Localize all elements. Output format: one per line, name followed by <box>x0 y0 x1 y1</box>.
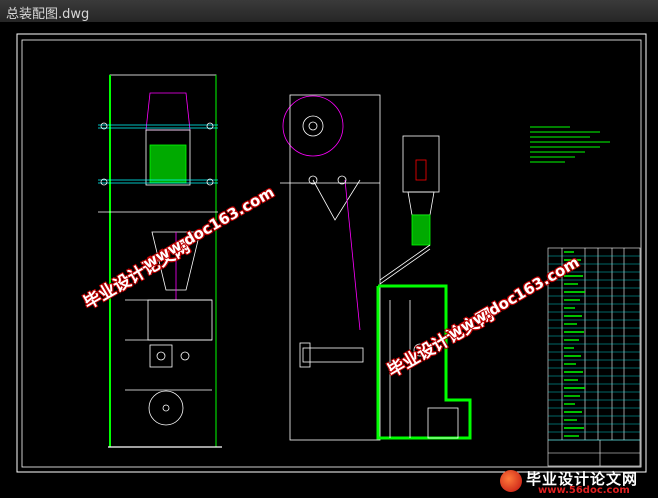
parts-list-table <box>547 247 641 467</box>
window-title-bar: 总装配图.dwg <box>0 0 658 23</box>
logo-emblem-icon <box>500 470 522 492</box>
side-view <box>280 94 472 441</box>
footer-logo-url: www.56doc.com <box>538 485 630 496</box>
outer-border <box>16 33 647 473</box>
window-title: 总装配图.dwg <box>6 7 90 22</box>
drawing-canvas[interactable]: 毕业设计论文网 www.doc163.com 毕业设计论文网 www.doc16… <box>0 22 658 498</box>
footer-logo: 毕业设计论文网 www.56doc.com <box>498 468 656 498</box>
technical-notes <box>530 126 610 163</box>
